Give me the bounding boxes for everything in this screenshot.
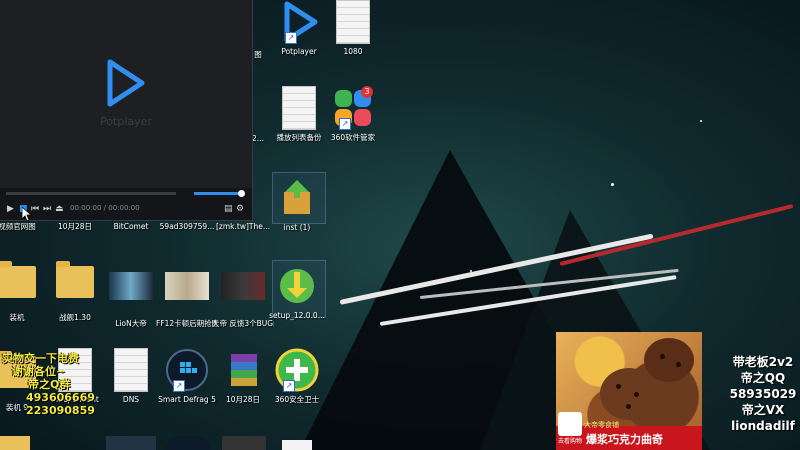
ad-title: 爆浆巧克力曲奇 <box>586 433 663 446</box>
desktop-icon-setup[interactable]: setup_12.0.0... <box>266 264 328 321</box>
document-icon <box>109 348 153 392</box>
cookie-image <box>644 338 694 382</box>
desktop-icon[interactable] <box>166 436 210 450</box>
overlay-text: liondadilf <box>731 419 795 433</box>
360-software-manager-icon: 3 ↗ <box>331 86 375 130</box>
overlay-text: 493606669 <box>26 391 95 404</box>
icon-label: 1080 <box>343 47 363 56</box>
playback-time: 00:00:00 / 00:00:00 <box>70 204 140 212</box>
icon-label: Potplayer <box>281 47 317 56</box>
chocolate-chip <box>616 384 621 389</box>
desktop-icon-image[interactable]: LioN大帝 <box>100 258 162 329</box>
shortcut-arrow-icon: ↗ <box>285 32 297 44</box>
desktop-icon-folder[interactable]: 装机 <box>0 258 48 323</box>
folder-icon <box>53 261 97 310</box>
shortcut-arrow-icon: ↗ <box>173 380 185 392</box>
desktop-icon[interactable] <box>106 436 156 450</box>
notification-badge: 3 <box>361 86 373 98</box>
chocolate-chip <box>676 362 681 367</box>
play-icon[interactable]: ▶ <box>7 203 14 215</box>
overlay-text: 223090859 <box>26 404 95 417</box>
ad-badge-text: 去看购物 <box>558 438 583 445</box>
shortcut-arrow-icon: ↗ <box>339 118 351 130</box>
playlist-icon[interactable]: ▤ <box>224 203 233 215</box>
desktop-icon-image[interactable]: 大帝 反馈3个BUG问题 <box>212 258 274 329</box>
icon-label: 59ad309759... <box>159 222 215 231</box>
cookie-image <box>600 368 658 420</box>
icon-label: FF12卡顿后期抢图 (1) <box>156 319 218 328</box>
player-title-watermark: Potplayer <box>100 115 152 128</box>
settings-gear-icon[interactable]: ⚙ <box>236 203 244 215</box>
image-thumbnail-icon <box>165 272 209 316</box>
document-icon[interactable] <box>282 440 312 450</box>
document-icon <box>331 0 375 44</box>
chocolate-chip <box>634 392 639 397</box>
chocolate-chip <box>660 354 665 359</box>
ad-brand: 大帝零食铺 <box>584 421 619 429</box>
snack-advertisement[interactable]: 大帝零食铺 爆浆巧克力曲奇 去看购物 <box>556 332 702 450</box>
shortcut-arrow-icon: ↗ <box>283 380 295 392</box>
icon-label: 10月28日 <box>57 222 93 231</box>
installer-icon <box>275 176 319 220</box>
desktop-icon-1080[interactable]: 1080 <box>322 0 384 57</box>
desktop-icon-smart-defrag[interactable]: ↗ Smart Defrag 5 <box>156 348 218 405</box>
stream-overlay-left: 实物交一下电费 谢谢各位~ 帝之Q群 493606669 223090859 <box>2 352 95 417</box>
seek-bar[interactable] <box>6 192 176 195</box>
desktop-icon[interactable] <box>222 436 266 450</box>
desktop-icon-360-manager[interactable]: 3 ↗ 360软件管家 <box>322 86 384 143</box>
icon-label: 播放列表备份 <box>276 133 322 142</box>
360-safe-guard-icon: ↗ <box>275 348 319 392</box>
potplayer-logo-icon <box>104 58 146 112</box>
overlay-text: 58935029 <box>729 387 797 401</box>
icon-label: inst (1) <box>283 223 311 232</box>
overlay-text: 实物交一下电费 <box>2 352 79 365</box>
potplayer-window[interactable]: Potplayer ▶ ■ ⏮ ⏭ ⏏ 00:00:00 / 00:00:00 … <box>0 0 253 221</box>
folder-icon[interactable] <box>0 436 30 450</box>
overlay-text: 帝之Q群 <box>28 378 71 391</box>
icon-label: 战舰1.30 <box>59 313 91 322</box>
volume-slider[interactable] <box>194 192 242 195</box>
desktop-icon-archive[interactable]: 10月28日 <box>212 348 274 405</box>
volume-slider-handle[interactable] <box>238 190 245 197</box>
image-thumbnail-icon <box>109 272 153 316</box>
overlay-text: 帝之VX <box>741 403 785 417</box>
icon-label: setup_12.0.0... <box>269 311 325 320</box>
document-icon <box>277 86 321 130</box>
icon-label: BitComet <box>113 222 149 231</box>
overlay-text: 谢谢各位~ <box>12 365 66 378</box>
icon-label: 360软件管家 <box>330 133 376 142</box>
desktop-icon-360-safe[interactable]: ↗ 360安全卫士 <box>266 348 328 405</box>
potplayer-icon: ↗ <box>277 0 321 44</box>
image-thumbnail-icon <box>221 272 265 316</box>
shop-logo-icon <box>558 412 582 436</box>
desktop-icon-potplayer[interactable]: ↗ Potplayer <box>268 0 330 57</box>
eject-icon[interactable]: ⏏ <box>55 203 64 215</box>
folder-icon <box>0 261 39 310</box>
icon-label: Smart Defrag 5 <box>158 395 216 404</box>
desktop-icon-inst[interactable]: inst (1) <box>266 176 328 233</box>
desktop-icon-folder[interactable]: 战舰1.30 <box>44 258 106 323</box>
icon-label: 装机 <box>9 313 25 322</box>
next-icon[interactable]: ⏭ <box>43 203 51 215</box>
desktop-icon-image[interactable]: FF12卡顿后期抢图 (1) <box>156 258 218 329</box>
mouse-cursor-icon <box>21 206 33 225</box>
icon-label: DNS <box>122 395 140 404</box>
wallpaper-star <box>700 120 702 122</box>
desktop-icon-dns[interactable]: DNS <box>100 348 162 405</box>
stream-overlay-right: 带老板2v2 帝之QQ 58935029 帝之VX liondadilf <box>728 354 798 434</box>
icon-label: 360安全卫士 <box>274 395 320 404</box>
desktop-icon-playlist-backup[interactable]: 播放列表备份 <box>268 86 330 143</box>
overlay-text: 帝之QQ <box>740 371 786 385</box>
icon-label: 10月28日 <box>225 395 261 404</box>
installer-icon <box>275 264 319 308</box>
chocolate-chip <box>626 404 631 409</box>
previous-icon[interactable]: ⏮ <box>31 203 39 215</box>
winrar-archive-icon <box>221 348 265 392</box>
icon-label: LioN大帝 <box>115 319 147 328</box>
wallpaper-star <box>611 183 614 186</box>
overlay-text: 带老板2v2 <box>732 355 794 369</box>
smart-defrag-icon: ↗ <box>165 348 209 392</box>
icon-label: 大帝 反馈3个BUG问题 <box>212 319 274 328</box>
icon-label: [zmk.tw]The... <box>216 222 270 231</box>
